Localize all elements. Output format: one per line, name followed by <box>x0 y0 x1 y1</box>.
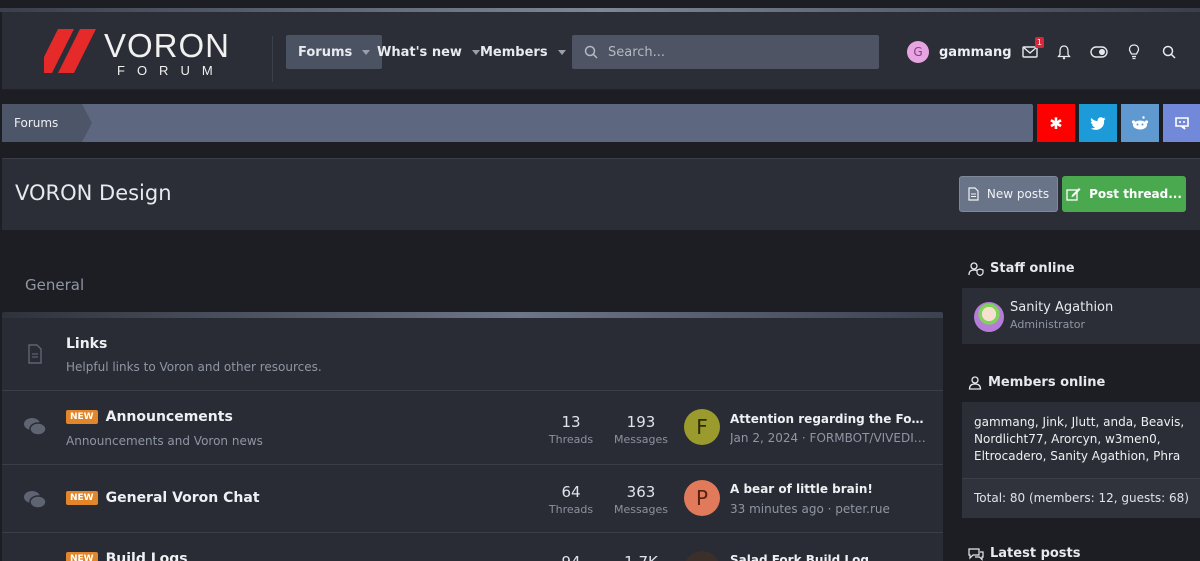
category-title-general[interactable]: General <box>25 276 84 294</box>
node-title-general-voron-chat[interactable]: NEW General Voron Chat <box>66 490 260 506</box>
bell-icon <box>1057 44 1071 59</box>
search-icon <box>1162 45 1176 59</box>
message-count: 363 Messages <box>614 483 668 516</box>
theme-toggle-button[interactable] <box>1089 42 1109 62</box>
latest-posts-heading[interactable]: Latest posts <box>968 546 1081 561</box>
compose-icon <box>1066 188 1081 201</box>
members-total: Total: 80 (members: 12, guests: 68) <box>962 478 1200 518</box>
staff-role: Administrator <box>1010 318 1085 331</box>
header-divider <box>272 36 273 82</box>
chat-bubbles-icon <box>22 414 48 440</box>
staff-online-heading[interactable]: Staff online <box>968 261 1075 276</box>
toggle-icon <box>1090 46 1108 58</box>
search-input[interactable]: Search... <box>572 35 879 69</box>
document-icon <box>22 341 48 367</box>
logo-word: VORON <box>104 27 231 64</box>
message-count: 193 Messages <box>614 413 668 446</box>
staff-name[interactable]: Sanity Agathion <box>1010 300 1113 315</box>
lightbulb-icon <box>1128 44 1140 60</box>
inbox-button[interactable]: 1 <box>1020 37 1044 62</box>
node-links: Links Helpful links to Voron and other r… <box>2 318 943 391</box>
node-title-links[interactable]: Links <box>66 336 107 352</box>
node-title-announcements[interactable]: NEW Announcements <box>66 409 233 425</box>
new-posts-label: New posts <box>986 187 1050 201</box>
node-description: Helpful links to Voron and other resourc… <box>66 360 322 374</box>
staff-online-box: Sanity Agathion Administrator <box>962 288 1200 344</box>
thread-count: 13 Threads <box>548 413 594 446</box>
header-search-button[interactable] <box>1159 42 1179 62</box>
nav-tab-label: What's new <box>377 44 462 60</box>
last-post-meta[interactable]: Jan 2, 2024 · FORMBOT/VIVEDINO 3... <box>730 431 930 445</box>
node-description: Announcements and Voron news <box>66 434 263 448</box>
breadcrumb-item-forums[interactable]: Forums <box>2 104 92 142</box>
node-title-build-logs[interactable]: NEW Build Logs <box>66 551 188 561</box>
chat-bubbles-icon <box>968 547 984 561</box>
reddit-icon <box>1131 116 1149 130</box>
sidebar-heading-label: Members online <box>988 375 1106 390</box>
share-discord-button[interactable] <box>1163 104 1200 142</box>
node-title-label: Announcements <box>105 409 233 425</box>
sidebar-heading-label: Staff online <box>990 261 1075 276</box>
members-online-heading[interactable]: Members online <box>968 375 1105 390</box>
search-icon <box>584 45 598 59</box>
share-twitter-button[interactable] <box>1079 104 1117 142</box>
inbox-count-badge: 1 <box>1034 37 1044 48</box>
last-post-meta[interactable]: 33 minutes ago · peter.rue <box>730 502 890 516</box>
voron-logo[interactable]: VORON FORUM <box>44 29 234 89</box>
sidebar-heading-label: Latest posts <box>990 546 1081 561</box>
post-thread-button[interactable]: Post thread... <box>1062 176 1186 212</box>
node-general-voron-chat: NEW General Voron Chat 64 Threads 363 Me… <box>2 465 943 533</box>
chevron-down-icon[interactable] <box>557 49 566 55</box>
page-title: VORON Design <box>15 181 172 205</box>
node-announcements: NEW Announcements Announcements and Voro… <box>2 391 943 465</box>
nav-tab-members[interactable]: Members <box>468 35 578 69</box>
avatar: G <box>907 41 929 63</box>
avatar[interactable]: F <box>684 409 720 445</box>
post-thread-label: Post thread... <box>1089 187 1182 201</box>
breadcrumb-label: Forums <box>14 116 59 130</box>
ideas-button[interactable] <box>1124 42 1144 62</box>
username: gammang <box>939 44 1012 60</box>
twitter-icon <box>1090 116 1106 130</box>
page-title-bar: VORON Design New posts Post thread... <box>2 158 1200 230</box>
node-build-logs: NEW Build Logs 94 1.7K Salad Fork Build … <box>2 533 943 561</box>
node-title-label: General Voron Chat <box>105 490 260 506</box>
last-post-title[interactable]: Attention regarding the Formbot... <box>730 412 928 426</box>
thread-count: 64 Threads <box>548 483 594 516</box>
node-list: Links Helpful links to Voron and other r… <box>2 318 943 561</box>
avatar[interactable] <box>974 302 1004 332</box>
nav-tab-label: Members <box>480 44 548 60</box>
new-badge: NEW <box>66 410 98 424</box>
alerts-button[interactable] <box>1054 42 1074 62</box>
star-icon: ✱ <box>1049 113 1063 133</box>
message-count: 1.7K <box>611 553 671 561</box>
site-header: VORON FORUM Forums What's new Members Se… <box>2 12 1200 90</box>
search-placeholder: Search... <box>608 44 666 60</box>
last-post-title[interactable]: Salad Fork Build Log <box>730 553 869 561</box>
share-reddit-button[interactable] <box>1121 104 1159 142</box>
new-badge: NEW <box>66 552 98 561</box>
thread-count: 94 <box>541 553 601 561</box>
breadcrumb: Forums <box>2 104 1033 142</box>
user-icon <box>968 375 982 390</box>
user-menu[interactable]: G gammang <box>907 41 1012 63</box>
user-shield-icon <box>968 261 984 276</box>
new-badge: NEW <box>66 491 98 505</box>
new-posts-button[interactable]: New posts <box>959 176 1058 212</box>
node-title-label: Links <box>66 336 108 352</box>
chat-bubbles-icon <box>22 487 48 513</box>
document-icon <box>968 187 979 201</box>
voron-stripes-icon <box>44 29 96 73</box>
discord-icon <box>1175 117 1189 130</box>
node-title-label: Build Logs <box>105 551 188 561</box>
last-post-title[interactable]: A bear of little brain! <box>730 482 873 496</box>
members-online-box: gammang, Jink, Jlutt, anda, Beavis, Nord… <box>962 402 1200 518</box>
nav-tab-label: Forums <box>298 44 353 60</box>
share-star-button[interactable]: ✱ <box>1037 104 1075 142</box>
avatar[interactable] <box>684 551 720 561</box>
members-online-list[interactable]: gammang, Jink, Jlutt, anda, Beavis, Nord… <box>974 414 1188 465</box>
logo-subtitle: FORUM <box>117 63 225 78</box>
avatar[interactable]: P <box>684 480 720 516</box>
